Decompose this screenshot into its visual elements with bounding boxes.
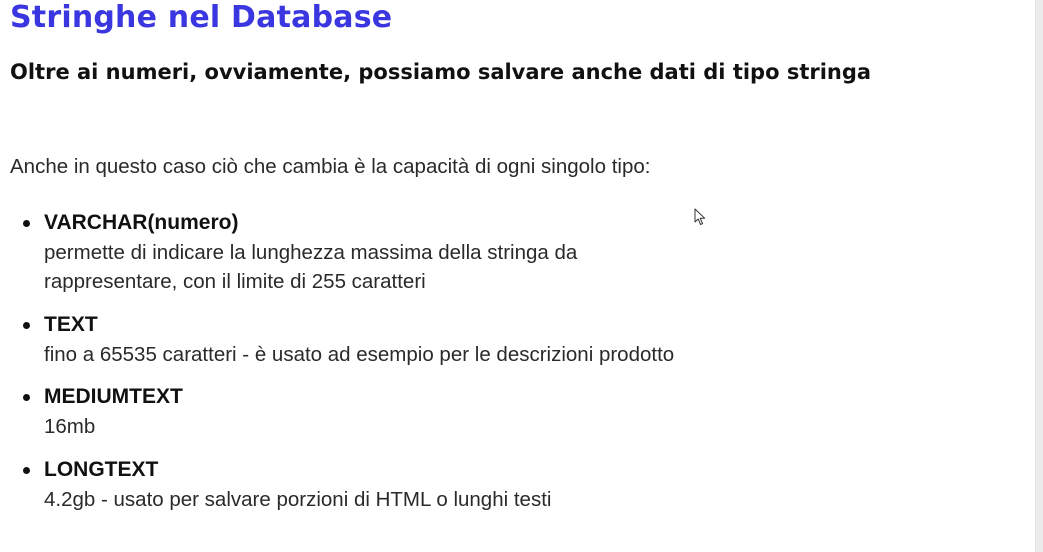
list-item: TEXT fino a 65535 caratteri - è usato ad… — [23, 310, 675, 369]
type-name: VARCHAR(numero) — [44, 211, 239, 234]
list-item: LONGTEXT 4.2gb - usato per salvare porzi… — [23, 455, 674, 514]
type-description: fino a 65535 caratteri - è usato ad esem… — [44, 343, 675, 366]
page-title: Stringhe nel Database — [10, 0, 393, 35]
page-subtitle: Oltre ai numeri, ovviamente, possiamo sa… — [10, 60, 872, 84]
bullet-icon — [23, 394, 30, 401]
type-description: permette di indicare la lunghezza massim… — [44, 241, 578, 293]
type-description: 4.2gb - usato per salvare porzioni di HT… — [44, 488, 552, 511]
mouse-pointer-icon — [694, 208, 706, 225]
type-name: LONGTEXT — [44, 458, 159, 481]
list-item: VARCHAR(numero) permette di indicare la … — [23, 208, 674, 296]
bullet-icon — [23, 220, 30, 227]
bullet-icon — [23, 467, 30, 474]
type-description: 16mb — [44, 415, 96, 438]
intro-text: Anche in questo caso ciò che cambia è la… — [10, 155, 651, 178]
type-name: TEXT — [44, 313, 98, 336]
string-type-list: VARCHAR(numero) permette di indicare la … — [23, 208, 675, 514]
type-name: MEDIUMTEXT — [44, 385, 183, 408]
bullet-icon — [23, 322, 30, 329]
list-item: MEDIUMTEXT 16mb — [23, 382, 674, 441]
window-edge — [1035, 0, 1043, 552]
